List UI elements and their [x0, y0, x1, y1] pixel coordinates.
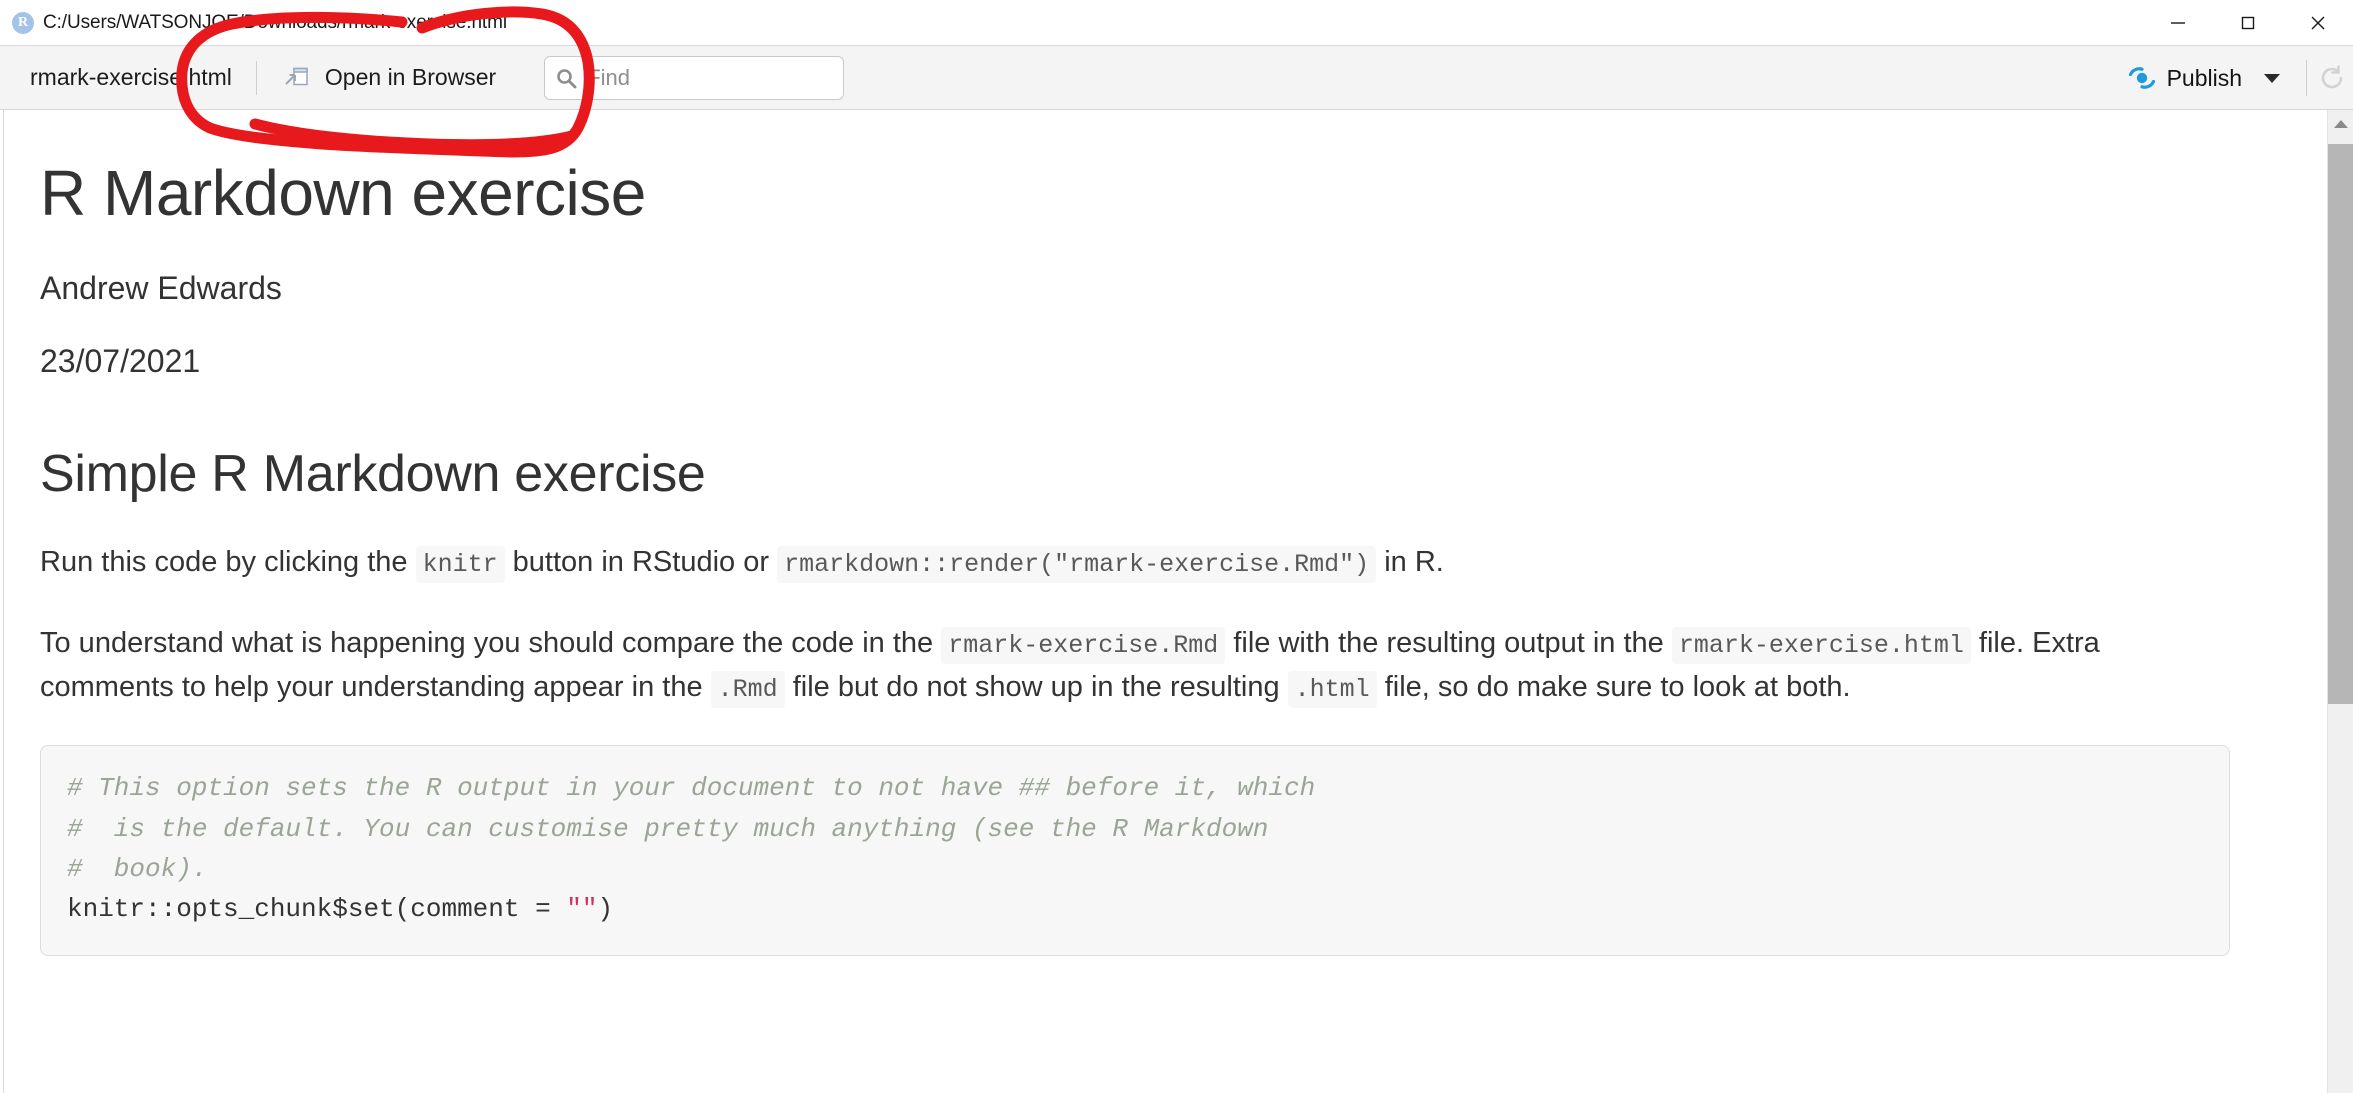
refresh-icon[interactable]: [2317, 63, 2347, 93]
open-in-browser-icon: [283, 64, 311, 92]
code-line-suffix: ): [597, 894, 614, 925]
close-icon[interactable]: [2283, 0, 2353, 46]
viewer-toolbar: rmark-exercise.html Open in Browser Find: [0, 46, 2353, 110]
text-fragment: To understand what is happening you shou…: [40, 627, 942, 660]
scroll-up-icon[interactable]: [2328, 110, 2353, 138]
window-title-path: C:/Users/WATSONJOE/Downloads/rmark-exerc…: [43, 11, 507, 33]
toolbar-filename-label: rmark-exercise.html: [30, 64, 232, 90]
text-fragment: file but do not show up in the resulting: [784, 670, 1288, 703]
inline-code-knitr: knitr: [415, 545, 505, 583]
maximize-icon[interactable]: [2213, 0, 2283, 46]
open-in-browser-button[interactable]: Open in Browser: [257, 46, 522, 109]
publish-label: Publish: [2166, 64, 2242, 91]
text-fragment: button in RStudio or: [504, 545, 778, 578]
text-fragment: in R.: [1376, 545, 1444, 578]
code-comment-line-3: # book).: [67, 853, 208, 884]
find-input[interactable]: Find: [544, 55, 845, 100]
viewer-left-rule: [3, 110, 4, 1093]
document-author: Andrew Edwards: [40, 270, 282, 307]
window-title-bar: R C:/Users/WATSONJOE/Downloads/rmark-exe…: [0, 0, 2353, 46]
inline-code-html-ext: .html: [1287, 670, 1377, 708]
code-comment-line-2: # is the default. You can customise pret…: [67, 813, 1269, 844]
inline-code-render: rmarkdown::render("rmark-exercise.Rmd"): [777, 545, 1377, 583]
section-heading: Simple R Markdown exercise: [40, 444, 706, 503]
paragraph-run-this-code: Run this code by clicking the knitr butt…: [40, 541, 2230, 585]
text-fragment: Run this code by clicking the: [40, 545, 416, 578]
code-line-opts-chunk: knitr::opts_chunk$set(comment =: [67, 894, 567, 925]
page-title: R Markdown exercise: [40, 157, 646, 229]
find-placeholder: Find: [587, 64, 631, 90]
search-icon: [555, 67, 577, 89]
chevron-down-icon[interactable]: [2264, 73, 2280, 83]
text-fragment: file with the resulting output in the: [1225, 627, 1672, 660]
find-container: Find: [544, 55, 845, 100]
inline-code-html-file: rmark-exercise.html: [1671, 627, 1971, 665]
toolbar-divider-right: [2306, 60, 2307, 96]
inline-code-rmd-ext: .Rmd: [710, 670, 785, 708]
document-date: 23/07/2021: [40, 343, 201, 380]
document-content: R Markdown exercise Andrew Edwards 23/07…: [0, 110, 2230, 957]
publish-icon: [2127, 65, 2155, 91]
code-string-literal: "": [566, 894, 598, 925]
window-controls: [2143, 0, 2353, 46]
vertical-scrollbar[interactable]: [2327, 110, 2353, 1093]
publish-button[interactable]: Publish: [2115, 55, 2296, 101]
scrollbar-thumb[interactable]: [2328, 144, 2353, 704]
text-fragment: file, so do make sure to look at both.: [1376, 670, 1851, 703]
paragraph-to-understand: To understand what is happening you shou…: [40, 622, 2230, 709]
open-in-browser-label: Open in Browser: [324, 64, 497, 90]
minimize-icon[interactable]: [2143, 0, 2213, 46]
title-bar-left: R C:/Users/WATSONJOE/Downloads/rmark-exe…: [0, 11, 507, 34]
document-viewer: R Markdown exercise Andrew Edwards 23/07…: [0, 110, 2353, 1093]
code-comment-line-1: # This option sets the R output in your …: [67, 773, 1316, 804]
inline-code-rmd-file: rmark-exercise.Rmd: [941, 627, 1226, 665]
r-logo-icon: R: [12, 11, 34, 34]
toolbar-right-group: Publish: [2115, 46, 2353, 110]
code-block: # This option sets the R output in your …: [40, 745, 2230, 957]
